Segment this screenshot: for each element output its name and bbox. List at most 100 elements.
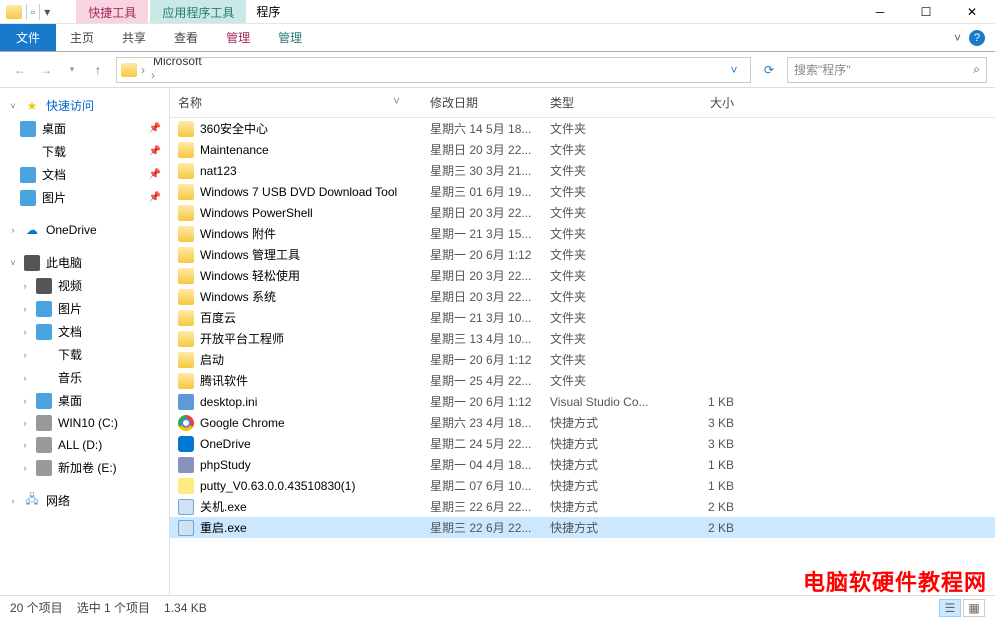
file-name: 关机.exe <box>200 498 247 515</box>
file-row[interactable]: Maintenance 星期日 20 3月 22... 文件夹 <box>170 139 995 160</box>
ribbon-tab-share[interactable]: 共享 <box>108 24 160 51</box>
ribbon-tab-view[interactable]: 查看 <box>160 24 212 51</box>
file-row[interactable]: Google Chrome 星期六 23 4月 18... 快捷方式 3 KB <box>170 412 995 433</box>
sidebar-item[interactable]: ›WIN10 (C:) <box>0 412 169 434</box>
column-size[interactable]: 大小 <box>674 94 754 111</box>
file-row[interactable]: 启动 星期一 20 6月 1:12 文件夹 <box>170 349 995 370</box>
sidebar-onedrive[interactable]: › ☁ OneDrive <box>0 219 169 241</box>
maximize-button[interactable]: ☐ <box>903 0 949 24</box>
view-details-button[interactable]: ☰ <box>939 599 961 617</box>
file-type: 文件夹 <box>550 120 674 137</box>
file-row[interactable]: nat123 星期三 30 3月 21... 文件夹 <box>170 160 995 181</box>
expand-icon[interactable]: › <box>20 396 30 406</box>
ribbon-expand-icon[interactable]: ˅ <box>954 31 961 45</box>
nav-back-button[interactable]: ← <box>8 58 32 82</box>
expand-icon[interactable]: › <box>20 281 30 291</box>
file-tab[interactable]: 文件 <box>0 24 56 51</box>
ribbon-tab-manage-app[interactable]: 管理 <box>264 24 316 51</box>
breadcrumb-segment[interactable]: Windows <box>149 82 229 83</box>
search-box[interactable]: 搜索"程序" ⌕ <box>787 57 987 83</box>
nav-forward-button[interactable]: → <box>34 58 58 82</box>
expand-icon[interactable]: › <box>20 418 30 428</box>
sidebar-item[interactable]: 图片📌 <box>0 186 169 209</box>
column-date[interactable]: 修改日期 <box>430 94 550 111</box>
file-row[interactable]: 重启.exe 星期三 22 6月 22... 快捷方式 2 KB <box>170 517 995 538</box>
file-row[interactable]: Windows PowerShell 星期日 20 3月 22... 文件夹 <box>170 202 995 223</box>
expand-icon[interactable]: › <box>20 304 30 314</box>
file-row[interactable]: Windows 管理工具 星期一 20 6月 1:12 文件夹 <box>170 244 995 265</box>
help-icon[interactable]: ? <box>969 30 985 46</box>
sidebar-item[interactable]: ›音乐 <box>0 366 169 389</box>
close-button[interactable]: ✕ <box>949 0 995 24</box>
column-type[interactable]: 类型 <box>550 94 674 111</box>
sidebar-item[interactable]: ›ALL (D:) <box>0 434 169 456</box>
ribbon-tab-home[interactable]: 主页 <box>56 24 108 51</box>
window-controls: ─ ☐ ✕ <box>857 0 995 24</box>
address-dropdown-icon[interactable]: ˅ <box>722 63 746 77</box>
chevron-right-icon[interactable]: › <box>149 68 157 82</box>
sidebar-item[interactable]: ›文档 <box>0 320 169 343</box>
expand-icon[interactable]: ˅ <box>8 101 18 111</box>
file-row[interactable]: 关机.exe 星期三 22 6月 22... 快捷方式 2 KB <box>170 496 995 517</box>
address-bar[interactable]: › 涂红伟›AppData›Roaming›Microsoft›Windows›… <box>116 57 751 83</box>
sidebar-item[interactable]: ›新加卷 (E:) <box>0 456 169 479</box>
file-row[interactable]: putty_V0.63.0.0.43510830(1) 星期二 07 6月 10… <box>170 475 995 496</box>
expand-icon[interactable]: ˅ <box>8 258 18 268</box>
file-size: 2 KB <box>674 521 754 535</box>
chevron-right-icon[interactable]: › <box>139 63 147 77</box>
file-row[interactable]: phpStudy 星期一 04 4月 18... 快捷方式 1 KB <box>170 454 995 475</box>
expand-icon[interactable]: › <box>20 440 30 450</box>
download-icon <box>36 347 52 363</box>
sidebar-quick-access[interactable]: ˅ ★ 快速访问 <box>0 94 169 117</box>
quick-access-toolbar: ▫ ▾ <box>0 4 56 20</box>
file-name: 360安全中心 <box>200 120 268 137</box>
qat-item[interactable]: ▫ <box>31 5 35 19</box>
refresh-button[interactable]: ⟳ <box>757 58 781 82</box>
file-row[interactable]: 360安全中心 星期六 14 5月 18... 文件夹 <box>170 118 995 139</box>
sidebar-item[interactable]: › 桌面 <box>0 389 169 412</box>
drive-icon <box>36 460 52 476</box>
sidebar-item[interactable]: ›图片 <box>0 297 169 320</box>
file-row[interactable]: Windows 系统 星期日 20 3月 22... 文件夹 <box>170 286 995 307</box>
sidebar-item[interactable]: ›视频 <box>0 274 169 297</box>
sidebar-item[interactable]: 文档📌 <box>0 163 169 186</box>
nav-up-button[interactable]: ↑ <box>86 58 110 82</box>
qat-dropdown[interactable]: ▾ <box>44 5 50 19</box>
sidebar-this-pc[interactable]: ˅ 此电脑 <box>0 251 169 274</box>
file-row[interactable]: 腾讯软件 星期一 25 4月 22... 文件夹 <box>170 370 995 391</box>
file-row[interactable]: 开放平台工程师 星期三 13 4月 10... 文件夹 <box>170 328 995 349</box>
view-icons-button[interactable]: ▦ <box>963 599 985 617</box>
expand-icon[interactable]: › <box>20 327 30 337</box>
nav-recent-dropdown[interactable]: ▾ <box>60 58 84 82</box>
file-list[interactable]: 名称 ˅ 修改日期 类型 大小 360安全中心 星期六 14 5月 18... … <box>170 88 995 595</box>
file-row[interactable]: desktop.ini 星期一 20 6月 1:12 Visual Studio… <box>170 391 995 412</box>
tool-tab-application[interactable]: 应用程序工具 <box>150 0 246 23</box>
expand-icon[interactable]: › <box>20 463 30 473</box>
tool-tab-shortcut[interactable]: 快捷工具 <box>76 0 148 23</box>
sidebar-item[interactable]: 下载📌 <box>0 140 169 163</box>
column-name[interactable]: 名称 ˅ <box>170 94 430 111</box>
file-type: 文件夹 <box>550 288 674 305</box>
file-row[interactable]: 百度云 星期一 21 3月 10... 文件夹 <box>170 307 995 328</box>
minimize-button[interactable]: ─ <box>857 0 903 24</box>
file-type: 快捷方式 <box>550 498 674 515</box>
navigation-sidebar[interactable]: ˅ ★ 快速访问 桌面📌下载📌文档📌图片📌 › ☁ OneDrive ˅ 此电脑… <box>0 88 170 595</box>
file-row[interactable]: Windows 轻松使用 星期日 20 3月 22... 文件夹 <box>170 265 995 286</box>
sidebar-item-label: 下载 <box>58 346 82 363</box>
sidebar-item[interactable]: 桌面📌 <box>0 117 169 140</box>
breadcrumb-segment[interactable]: Microsoft <box>149 57 229 69</box>
expand-icon[interactable]: › <box>8 496 18 506</box>
pc-icon <box>24 255 40 271</box>
file-row[interactable]: OneDrive 星期二 24 5月 22... 快捷方式 3 KB <box>170 433 995 454</box>
sidebar-item[interactable]: › 下载 <box>0 343 169 366</box>
sidebar-network[interactable]: › 🖧 网络 <box>0 489 169 512</box>
file-size: 2 KB <box>674 500 754 514</box>
ribbon-tab-manage-shortcut[interactable]: 管理 <box>212 24 264 51</box>
expand-icon[interactable]: › <box>20 350 30 360</box>
download-icon <box>20 144 36 160</box>
expand-icon[interactable]: › <box>20 373 30 383</box>
file-row[interactable]: Windows 7 USB DVD Download Tool 星期三 01 6… <box>170 181 995 202</box>
file-row[interactable]: Windows 附件 星期一 21 3月 15... 文件夹 <box>170 223 995 244</box>
expand-icon[interactable]: › <box>8 225 18 235</box>
sidebar-item-label: 桌面 <box>58 392 82 409</box>
